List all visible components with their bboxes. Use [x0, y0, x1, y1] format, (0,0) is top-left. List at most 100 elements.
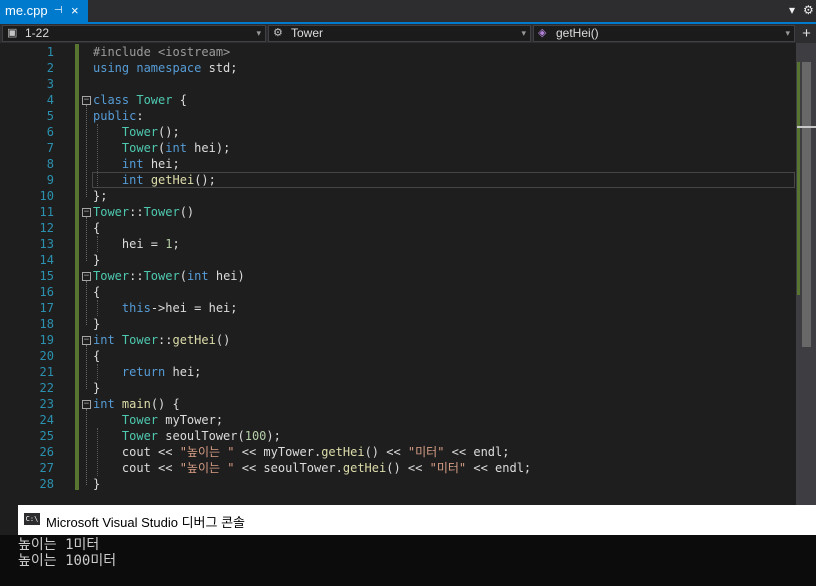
code-line: cout << "높이는 " << seoulTower.getHei() <<… — [93, 460, 531, 476]
code-token: ; — [172, 237, 180, 251]
code-token: { — [93, 221, 101, 235]
code-token: int — [93, 333, 115, 347]
code-token: hei = — [93, 237, 166, 251]
line-number: 25 — [39, 429, 54, 443]
code-line: public: — [93, 108, 144, 124]
indent-guide — [97, 364, 99, 380]
code-token: (); — [158, 125, 180, 139]
code-token: Tower — [136, 93, 173, 107]
code-token: #include <iostream> — [93, 45, 231, 59]
code-token: ); — [266, 429, 281, 443]
editor-edge — [0, 505, 18, 535]
code-token: } — [93, 477, 101, 491]
member-value: getHei() — [556, 26, 599, 40]
code-token: cout << — [93, 461, 180, 475]
console-line: 높이는 1미터 — [18, 537, 100, 553]
console-output[interactable]: 높이는 1미터 높이는 100미터 — [0, 535, 816, 586]
code-line: int hei; — [93, 156, 180, 172]
collapse-toggle-icon[interactable]: − — [82, 208, 91, 217]
code-token: Tower — [121, 413, 159, 427]
scope-value: 1-22 — [25, 26, 50, 40]
chevron-down-icon: ▾ — [785, 28, 790, 38]
code-token: { — [93, 349, 101, 363]
code-token: << endl; — [466, 461, 532, 475]
code-token: int — [93, 397, 115, 411]
line-number: 10 — [39, 189, 54, 203]
code-token: () << — [364, 445, 408, 459]
scope-dropdown[interactable]: ▣ 1-22 ▾ — [2, 25, 266, 42]
console-title: Microsoft Visual Studio 디버그 콘솔 — [46, 515, 246, 530]
code-token: myTower; — [158, 413, 224, 427]
collapse-toggle-icon[interactable]: − — [82, 272, 91, 281]
tab-label: me.cpp — [5, 3, 48, 18]
code-token: getHei — [150, 173, 195, 187]
close-icon[interactable]: × — [71, 0, 79, 22]
code-line: Tower(); — [93, 124, 180, 140]
code-token: ->hei = hei; — [150, 301, 238, 315]
code-line: int Tower::getHei() — [93, 332, 230, 348]
code-editor[interactable]: 1 2 3 4 5 6 7 8 9 10 11 12 13 14 15 16 17 18 19 20 21 22 23 24 2… — [0, 43, 796, 505]
code-token: () << — [386, 461, 430, 475]
line-number: 22 — [39, 381, 54, 395]
line-number: 9 — [46, 173, 54, 187]
code-token: main — [121, 397, 151, 411]
split-editor-button[interactable]: + — [797, 24, 816, 43]
code-line: this->hei = hei; — [93, 300, 238, 316]
code-token: hei; — [165, 365, 202, 379]
code-line: { — [93, 348, 100, 364]
code-token: () — [179, 205, 195, 219]
line-number: 5 — [46, 109, 54, 123]
line-number: 6 — [46, 125, 54, 139]
code-line: Tower(int hei); — [93, 140, 230, 156]
code-line: } — [93, 252, 100, 268]
code-line: Tower seoulTower(100); — [93, 428, 281, 444]
tab-dropdown-icon[interactable]: ▾ — [789, 2, 795, 18]
code-line: class Tower { — [93, 92, 187, 108]
outline-guide — [86, 281, 88, 325]
navigation-bar: ▣ 1-22 ▾ ⚙ Tower ▾ ◈ getHei() ▾ — [0, 24, 816, 43]
code-token: int — [121, 173, 144, 187]
collapse-toggle-icon[interactable]: − — [82, 400, 91, 409]
scrollbar-thumb[interactable] — [802, 62, 811, 347]
settings-icon[interactable]: ⚙ — [803, 2, 814, 18]
tab-me-cpp[interactable]: me.cpp ⊣ × — [0, 0, 88, 22]
code-token: Tower — [121, 333, 159, 347]
code-token: :: — [129, 269, 144, 283]
code-token: "높이는 " — [179, 461, 235, 475]
pin-icon[interactable]: ⊣ — [54, 0, 63, 22]
member-dropdown[interactable]: ◈ getHei() ▾ — [533, 25, 795, 42]
class-dropdown[interactable]: ⚙ Tower ▾ — [268, 25, 531, 42]
code-token: Tower — [121, 429, 159, 443]
console-title-bar[interactable]: C:\ Microsoft Visual Studio 디버그 콘솔 — [18, 505, 816, 535]
line-number: 21 — [39, 365, 54, 379]
code-token: this — [121, 301, 151, 315]
code-token: Tower — [143, 269, 180, 283]
collapse-toggle-icon[interactable]: − — [82, 96, 91, 105]
code-line: { — [93, 284, 100, 300]
code-line: }; — [93, 188, 107, 204]
line-number: 26 — [39, 445, 54, 459]
code-token: hei; — [143, 157, 180, 171]
collapse-toggle-icon[interactable]: − — [82, 336, 91, 345]
code-token: 100 — [244, 429, 267, 443]
code-line: int main() { — [93, 396, 180, 412]
code-token: { — [172, 93, 187, 107]
line-number: 18 — [39, 317, 54, 331]
code-token: int — [121, 157, 144, 171]
code-token: int — [186, 269, 209, 283]
scrollbar-caret-marker — [797, 126, 816, 128]
code-token: hei); — [186, 141, 231, 155]
code-token: getHei — [321, 445, 365, 459]
code-token: Tower — [93, 205, 130, 219]
line-number: 4 — [46, 93, 54, 107]
class-value: Tower — [291, 26, 324, 40]
code-line: Tower::Tower(int hei) — [93, 268, 245, 284]
code-token: << seoulTower. — [234, 461, 343, 475]
code-token: << endl; — [444, 445, 510, 459]
scrollbar-change-marker — [797, 62, 800, 295]
code-token: () — [215, 333, 231, 347]
code-token: :: — [129, 205, 144, 219]
